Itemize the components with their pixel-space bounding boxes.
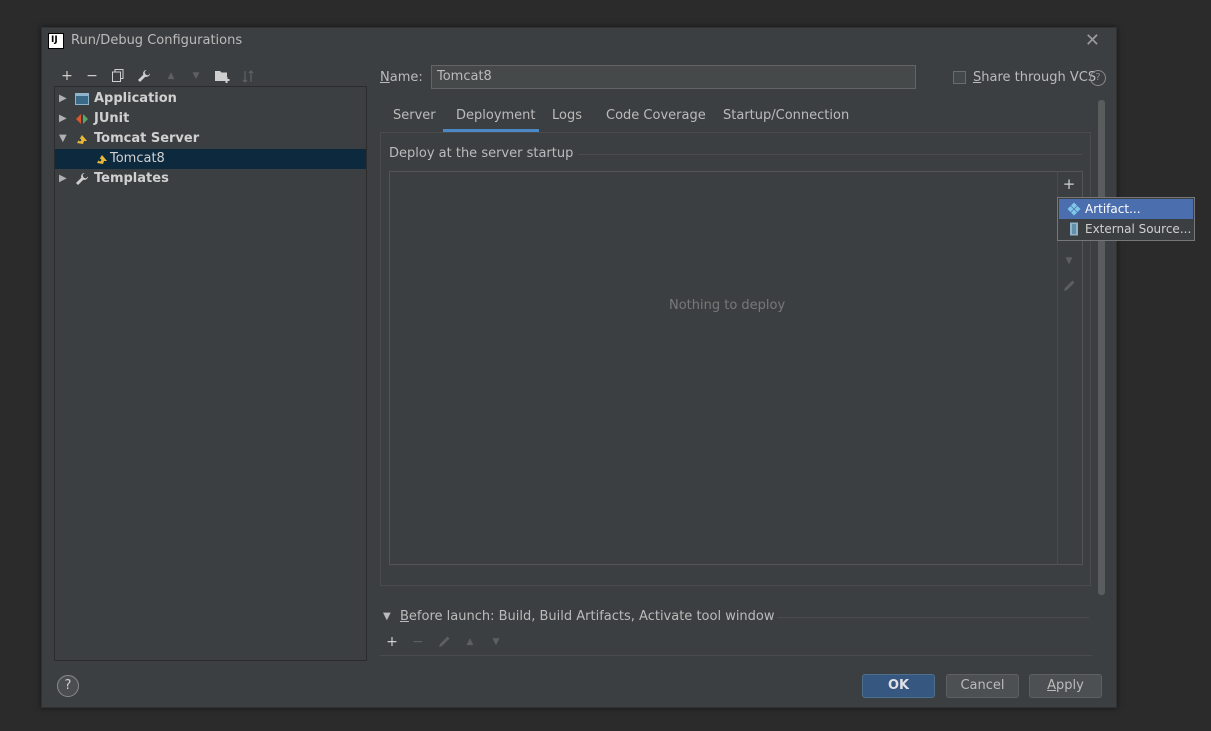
window-title: Run/Debug Configurations	[71, 33, 243, 48]
pencil-icon	[1063, 280, 1074, 291]
sort-button[interactable]	[238, 66, 258, 86]
move-up-button[interactable]: ▲	[161, 66, 181, 86]
new-folder-button[interactable]	[212, 66, 232, 86]
move-task-up-button[interactable]: ▲	[461, 633, 479, 651]
remove-configuration-button[interactable]: −	[82, 66, 102, 86]
cancel-button[interactable]: Cancel	[946, 674, 1019, 698]
bottom-divider	[380, 655, 1092, 656]
before-launch-collapse-icon[interactable]: ▼	[383, 611, 391, 622]
tomcat-icon	[95, 152, 109, 166]
junit-icon	[75, 112, 89, 126]
apply-button[interactable]: Apply	[1029, 674, 1102, 698]
edit-deployment-button[interactable]	[1059, 277, 1079, 297]
tomcat-icon	[75, 132, 89, 146]
copy-icon	[112, 69, 124, 82]
artifact-icon	[1067, 202, 1081, 216]
move-down-button[interactable]: ▼	[1059, 251, 1079, 271]
vertical-scrollbar[interactable]	[1098, 100, 1105, 595]
application-icon	[75, 92, 89, 106]
copy-configuration-button[interactable]	[108, 66, 128, 86]
tree-item-junit[interactable]: ▶ JUnit	[55, 109, 366, 129]
title-bar: IJ Run/Debug Configurations ✕	[42, 28, 1116, 56]
share-vcs-label[interactable]: Share through VCS	[973, 70, 1096, 85]
configuration-tree: ▶ Application ▶ JUnit ▼ Tomcat Server To…	[54, 86, 367, 661]
name-label: Name:	[380, 70, 423, 85]
external-source-icon	[1067, 222, 1081, 236]
expand-arrow-icon[interactable]: ▶	[59, 109, 67, 129]
add-before-launch-task-button[interactable]: +	[383, 633, 401, 651]
collapse-arrow-icon[interactable]: ▼	[59, 129, 67, 149]
before-launch-label[interactable]: Before launch: Build, Build Artifacts, A…	[400, 609, 775, 624]
edit-templates-button[interactable]	[134, 66, 154, 86]
before-launch-divider	[777, 617, 1089, 618]
move-task-down-button[interactable]: ▼	[487, 633, 505, 651]
tree-item-application[interactable]: ▶ Application	[55, 89, 366, 109]
help-button[interactable]: ?	[57, 675, 79, 697]
wrench-icon	[75, 172, 89, 186]
add-deployment-popup-menu: Artifact... External Source...	[1057, 197, 1195, 241]
move-down-button[interactable]: ▼	[186, 66, 206, 86]
tree-item-tomcat8[interactable]: Tomcat8	[55, 149, 366, 169]
share-vcs-checkbox[interactable]	[953, 71, 966, 84]
share-vcs-help-icon[interactable]: ?	[1090, 70, 1106, 86]
add-configuration-button[interactable]: +	[57, 66, 77, 86]
tab-server[interactable]: Server	[393, 108, 436, 123]
menu-item-artifact[interactable]: Artifact...	[1059, 199, 1193, 219]
deploy-section-title: Deploy at the server startup	[389, 146, 574, 161]
tree-item-templates[interactable]: ▶ Templates	[55, 169, 366, 189]
add-deployment-button[interactable]: +	[1059, 174, 1079, 194]
expand-arrow-icon[interactable]: ▶	[59, 169, 67, 189]
folder-add-icon	[214, 71, 229, 83]
tab-logs[interactable]: Logs	[552, 108, 582, 123]
intellij-icon: IJ	[48, 33, 64, 49]
tree-item-tomcat-server[interactable]: ▼ Tomcat Server	[55, 129, 366, 149]
tab-startup-connection[interactable]: Startup/Connection	[723, 108, 849, 123]
tab-deployment[interactable]: Deployment	[456, 108, 536, 123]
name-input[interactable]: Tomcat8	[431, 65, 916, 89]
remove-before-launch-task-button[interactable]: −	[409, 633, 427, 651]
empty-list-text: Nothing to deploy	[669, 298, 786, 313]
close-icon[interactable]: ✕	[1085, 30, 1100, 51]
sort-icon	[242, 70, 253, 83]
deploy-list[interactable]	[389, 171, 1083, 565]
run-debug-configurations-dialog: IJ Run/Debug Configurations ✕ + − ▲ ▼ ▶ …	[41, 27, 1195, 708]
edit-before-launch-task-button[interactable]	[435, 633, 453, 651]
pencil-icon	[438, 636, 449, 647]
wrench-icon	[138, 70, 150, 82]
tab-code-coverage[interactable]: Code Coverage	[606, 108, 706, 123]
menu-item-external-source[interactable]: External Source...	[1059, 219, 1193, 239]
ok-button[interactable]: OK	[862, 674, 935, 698]
section-divider	[578, 154, 1082, 155]
expand-arrow-icon[interactable]: ▶	[59, 89, 67, 109]
